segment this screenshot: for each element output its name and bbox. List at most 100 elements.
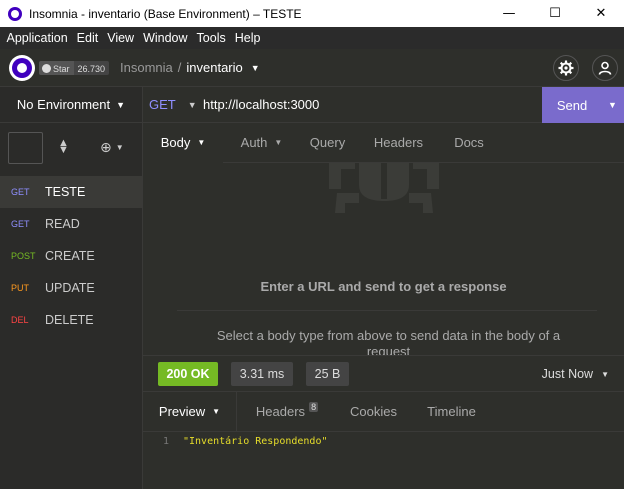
breadcrumb-workspace[interactable]: inventario (186, 60, 242, 75)
empty-state-message: Enter a URL and send to get a response (260, 279, 507, 294)
tab-label: Preview (158, 404, 206, 419)
chevron-down-icon: ▼ (212, 407, 221, 416)
response-time-badge: 3.31 ms (231, 362, 293, 386)
menu-bar: Application Edit View Window Tools Help (0, 27, 624, 49)
chevron-down-icon: ▼ (116, 99, 126, 110)
request-name: TESTE (45, 185, 86, 199)
send-label: Send (556, 97, 588, 113)
tab-label: Query (309, 135, 346, 150)
empty-state-hint: Select a body type from above to send da… (216, 328, 561, 355)
environment-selector[interactable]: No Environment ▼ (0, 87, 142, 123)
breadcrumb-separator: / (177, 60, 182, 75)
tab-body[interactable]: Body ▼ (143, 122, 223, 163)
user-account-icon[interactable] (592, 55, 618, 81)
add-request-button[interactable]: ⊕ ▼ (100, 139, 124, 156)
menu-application[interactable]: Application (2, 31, 72, 45)
menu-window[interactable]: Window (139, 31, 192, 45)
window-titlebar: Insomnia - inventario (Base Environment)… (0, 0, 624, 27)
request-method-badge: POST (11, 251, 36, 261)
request-list: GET TESTE GET READ POST CREATE PUT UPDATE DEL DEL… (0, 176, 142, 336)
chevron-down-icon: ▼ (197, 138, 206, 147)
line-number: 1 (162, 436, 169, 447)
breadcrumb: Insomnia / inventario ▼ (120, 60, 260, 75)
github-star-button[interactable]: Star (39, 61, 74, 75)
menu-view[interactable]: View (103, 31, 139, 45)
request-tabs: Body ▼ Auth ▼ Query Headers Docs (143, 122, 624, 163)
github-star-count: 26.730 (73, 61, 110, 75)
sidebar: No Environment ▼ ▲ ▼ ⊕ ▼ GET TESTE GET READ P… (0, 87, 143, 489)
tab-label: Cookies (350, 404, 397, 419)
send-button[interactable]: Send ▼ (542, 87, 624, 123)
request-name: READ (45, 217, 80, 231)
tab-label: Auth (240, 135, 268, 150)
response-status-bar: 200 OK 3.31 ms 25 B Just Now ▼ (143, 355, 624, 392)
insomnia-bug-icon (329, 163, 439, 213)
menu-edit[interactable]: Edit (72, 31, 103, 45)
chevron-down-icon: ▼ (601, 369, 609, 379)
github-icon (42, 64, 51, 73)
tab-query[interactable]: Query (294, 123, 361, 163)
chevron-down-icon: ▼ (115, 143, 124, 152)
tab-label: Headers (373, 135, 424, 150)
chevron-down-icon: ▼ (187, 99, 197, 110)
sidebar-item-delete[interactable]: DEL DELETE (0, 304, 142, 336)
request-name: UPDATE (45, 281, 95, 295)
sidebar-item-read[interactable]: GET READ (0, 208, 142, 240)
method-selector[interactable]: GET ▼ (149, 97, 197, 112)
response-string-value: "Inventário Respondendo" (183, 436, 328, 447)
tab-auth[interactable]: Auth ▼ (229, 123, 294, 163)
tab-response-headers[interactable]: Headers 8 (237, 392, 337, 432)
response-tabs: Preview ▼ Headers 8 Cookies Timeline (143, 391, 624, 432)
tab-label: Body (160, 135, 191, 150)
count-badge: 8 (309, 401, 319, 412)
sidebar-item-create[interactable]: POST CREATE (0, 240, 142, 272)
close-button[interactable]: ✕ (578, 0, 624, 27)
status-badge: 200 OK (158, 362, 218, 386)
chevron-down-icon: ▼ (274, 138, 283, 147)
request-name: CREATE (45, 249, 95, 263)
response-time-ago: Just Now (541, 367, 594, 381)
gear-icon[interactable] (553, 55, 579, 81)
chevron-down-icon[interactable]: ▼ (251, 63, 260, 73)
breadcrumb-org[interactable]: Insomnia (120, 60, 173, 75)
request-method-badge: GET (11, 187, 30, 197)
tab-label: Timeline (427, 404, 476, 419)
response-size-badge: 25 B (306, 362, 349, 386)
minimize-button[interactable]: — (486, 0, 532, 27)
insomnia-logo-icon[interactable] (9, 55, 35, 81)
tab-label: Docs (454, 135, 484, 150)
github-star-widget[interactable]: Star 26.730 (39, 61, 110, 75)
request-method-badge: PUT (11, 283, 29, 293)
sidebar-item-teste[interactable]: GET TESTE (0, 176, 142, 208)
request-method-badge: DEL (11, 315, 29, 325)
tab-response-preview[interactable]: Preview ▼ (143, 391, 237, 432)
empty-state-divider (177, 310, 597, 311)
plus-circle-icon: ⊕ (100, 139, 112, 155)
tab-docs[interactable]: Docs (436, 123, 502, 163)
tab-headers[interactable]: Headers (361, 123, 436, 163)
sidebar-filter-input[interactable] (8, 132, 43, 164)
insomnia-app-icon (8, 6, 22, 21)
window-controls: — ☐ ✕ (486, 0, 624, 27)
chevron-down-icon[interactable]: ▼ (608, 100, 617, 110)
sidebar-item-update[interactable]: PUT UPDATE (0, 272, 142, 304)
request-name: DELETE (45, 313, 94, 327)
response-history-dropdown[interactable]: Just Now ▼ (542, 367, 609, 381)
app-header: Star 26.730 Insomnia / inventario ▼ (0, 49, 624, 87)
response-body: 1 "Inventário Respondendo" (143, 432, 624, 489)
url-input[interactable]: http://localhost:3000 (203, 97, 319, 112)
tab-response-cookies[interactable]: Cookies (337, 392, 410, 432)
github-star-label: Star (53, 63, 70, 74)
environment-label: No Environment (16, 97, 111, 112)
url-bar: GET ▼ http://localhost:3000 Send ▼ (143, 87, 624, 123)
tab-response-timeline[interactable]: Timeline (410, 392, 493, 432)
sort-icon[interactable]: ▲ ▼ (58, 138, 69, 156)
menu-tools[interactable]: Tools (192, 31, 230, 45)
request-method-badge: GET (11, 219, 30, 229)
tab-label: Headers (255, 404, 306, 419)
window-title: Insomnia - inventario (Base Environment)… (29, 6, 302, 21)
request-body-panel: Enter a URL and send to get a response S… (143, 163, 624, 355)
maximize-button[interactable]: ☐ (532, 0, 578, 27)
menu-help[interactable]: Help (230, 31, 265, 45)
code-line: 1 "Inventário Respondendo" (143, 436, 328, 447)
